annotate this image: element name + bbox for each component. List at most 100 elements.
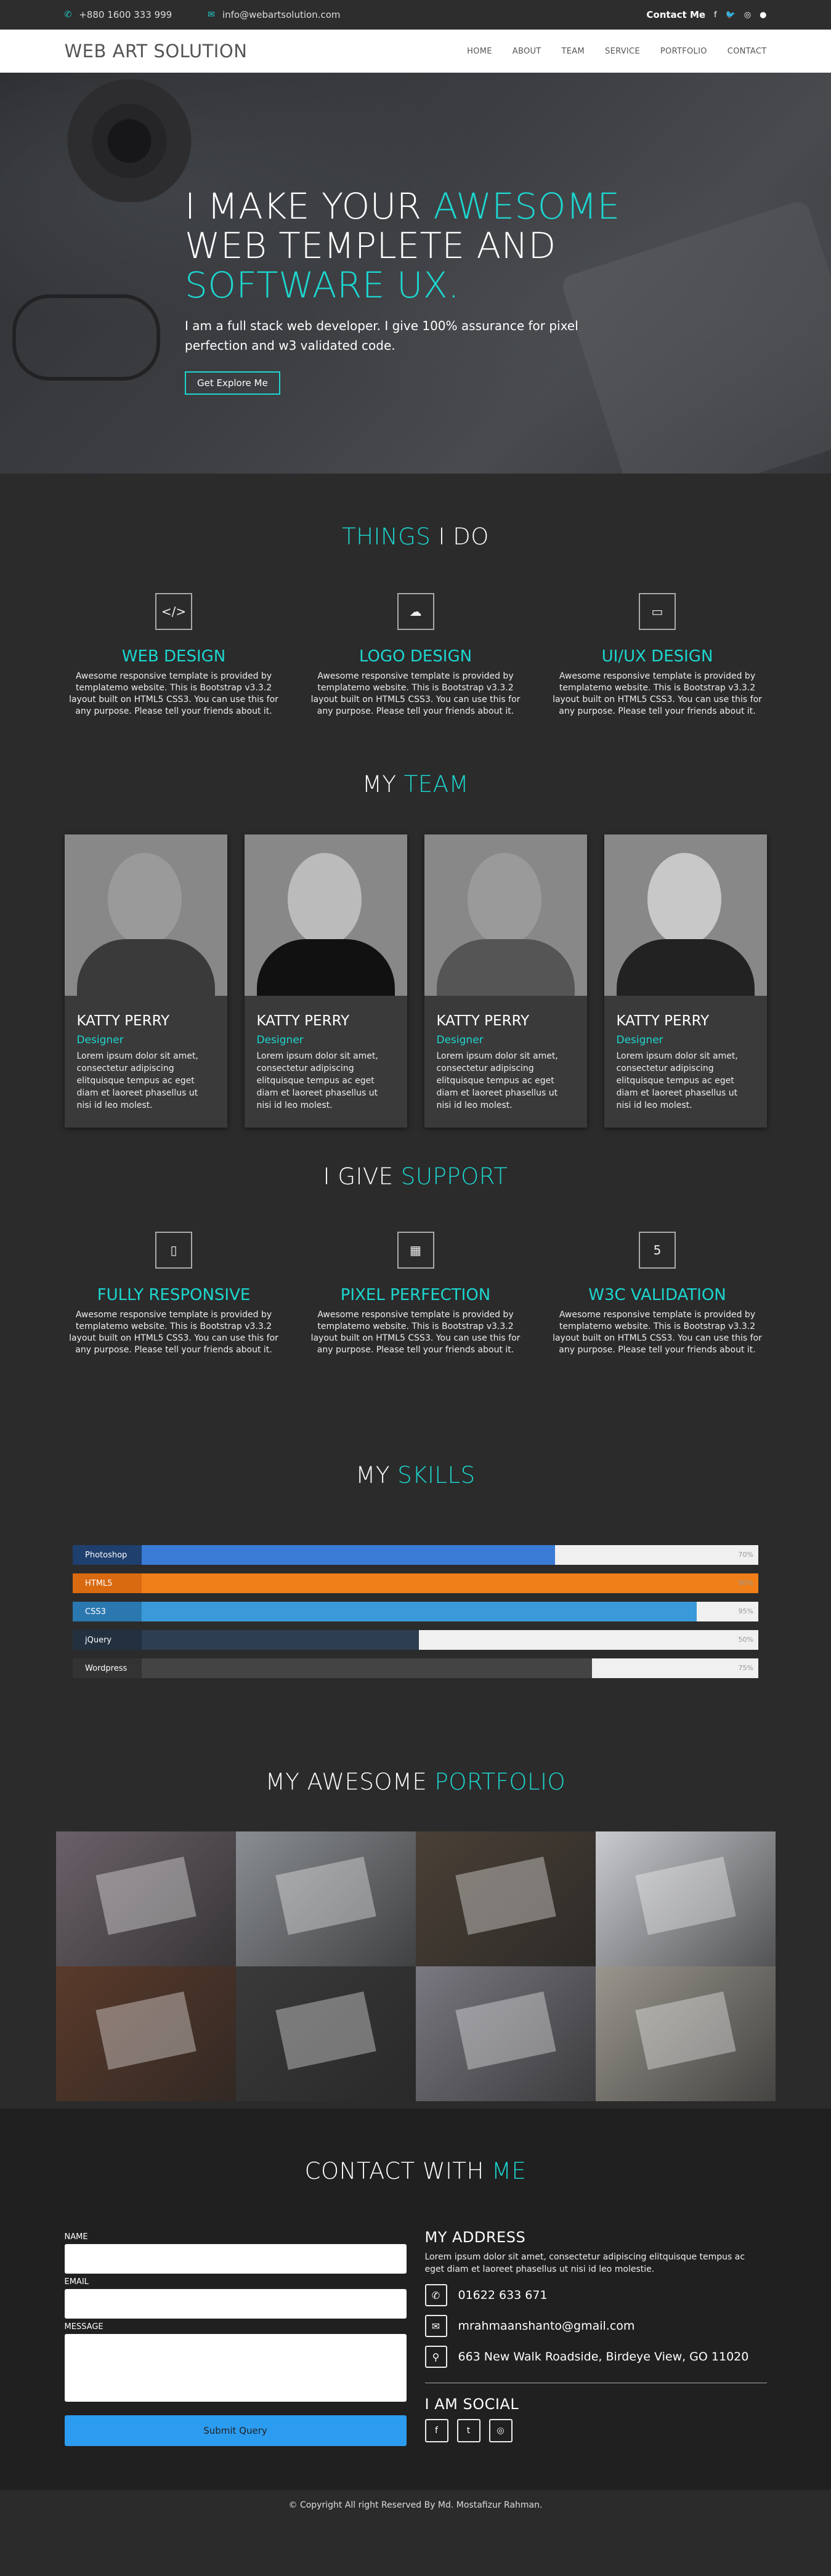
- team-card: KATTY PERRY Designer Lorem ipsum dolor s…: [424, 834, 587, 1128]
- portfolio-image: [275, 1856, 376, 1935]
- skill-bar: Photoshop 70%: [73, 1545, 758, 1565]
- nav-team[interactable]: TEAM: [562, 47, 585, 56]
- top-phone: ✆ +880 1600 333 999: [65, 9, 172, 20]
- phone-icon: ✆: [424, 2284, 447, 2306]
- skill-name: Photoshop: [73, 1545, 142, 1565]
- skill-track: 50%: [142, 1630, 758, 1650]
- submit-button[interactable]: Submit Query: [64, 2415, 407, 2446]
- skill-bar: CSS3 95%: [73, 1602, 758, 1621]
- contact-title-rest: CONTACT WITH: [304, 2158, 492, 2184]
- top-bar: ✆ +880 1600 333 999 ✉ info@webartsolutio…: [0, 0, 831, 30]
- member-name: KATTY PERRY: [256, 1013, 350, 1029]
- contact-section: CONTACT WITH ME NAME EMAIL MESSAGE Submi…: [0, 2109, 831, 2490]
- instagram-icon[interactable]: ◎: [488, 2419, 513, 2442]
- contact-location-text: 663 New Walk Roadside, Birdeye View, GO …: [458, 2350, 749, 2364]
- twitter-icon[interactable]: t: [456, 2419, 480, 2442]
- support-item-title: PIXEL PERFECTION: [340, 1286, 491, 1304]
- portfolio-image: [455, 1856, 556, 1935]
- twitter-icon[interactable]: 🐦: [726, 10, 736, 20]
- portfolio-section: MY AWESOME PORTFOLIO: [0, 1766, 831, 2109]
- portfolio-item[interactable]: [415, 1831, 596, 1966]
- portfolio-image: [275, 1991, 376, 2070]
- facebook-icon[interactable]: f: [714, 10, 717, 20]
- nav-home[interactable]: HOME: [467, 47, 492, 56]
- portfolio-item[interactable]: [235, 1831, 416, 1966]
- portfolio-item[interactable]: [55, 1831, 236, 1966]
- name-field[interactable]: [64, 2244, 407, 2274]
- portfolio-item[interactable]: [55, 1966, 236, 2101]
- support-w3c: 5 W3C VALIDATION Awesome responsive temp…: [548, 1232, 767, 1356]
- laptop-icon: ▭: [639, 593, 676, 630]
- support-section: I GIVE SUPPORT ▯ FULLY RESPONSIVE Awesom…: [0, 1163, 831, 1459]
- hero-line1-accent: AWESOME: [433, 185, 620, 227]
- contact-email: ✉ mrahmaanshanto@gmail.com: [424, 2315, 767, 2337]
- skills-title-accent: SKILLS: [397, 1462, 476, 1488]
- member-desc: Lorem ipsum dolor sit amet, consectetur …: [256, 1051, 378, 1110]
- portfolio-grid: [55, 1831, 776, 2101]
- service-title: UI/UX DESIGN: [601, 647, 713, 666]
- instagram-icon[interactable]: ◎: [744, 10, 751, 20]
- skill-name: CSS3: [73, 1602, 142, 1621]
- support-pixel: ▦ PIXEL PERFECTION Awesome responsive te…: [306, 1232, 525, 1356]
- portfolio-title-rest: MY AWESOME: [265, 1769, 435, 1795]
- team-card: KATTY PERRY Designer Lorem ipsum dolor s…: [604, 834, 767, 1128]
- portfolio-item[interactable]: [595, 1966, 776, 2101]
- portfolio-item[interactable]: [415, 1966, 596, 2101]
- phone-icon: ✆: [64, 10, 72, 20]
- message-field[interactable]: [64, 2334, 407, 2402]
- service-title: WEB DESIGN: [121, 647, 226, 666]
- member-desc: Lorem ipsum dolor sit amet, consectetur …: [616, 1051, 738, 1110]
- contact-email-text[interactable]: mrahmaanshanto@gmail.com: [458, 2319, 635, 2333]
- main-navbar: WEB ART SOLUTION HOME ABOUT TEAM SERVICE…: [0, 30, 831, 73]
- member-name: KATTY PERRY: [76, 1013, 170, 1029]
- team-title-accent: TEAM: [403, 771, 469, 797]
- skill-fill: [142, 1573, 758, 1593]
- apple-icon[interactable]: ●: [760, 10, 766, 20]
- skill-bar: HTML5 90%: [73, 1573, 758, 1593]
- cloud-icon: ☁: [397, 593, 434, 630]
- address-panel: MY ADDRESS Lorem ipsum dolor sit amet, c…: [424, 2229, 767, 2446]
- contact-location: ⚲ 663 New Walk Roadside, Birdeye View, G…: [424, 2346, 767, 2368]
- contact-phone: ✆ 01622 633 671: [424, 2284, 767, 2306]
- explore-button[interactable]: Get Explore Me: [185, 371, 280, 395]
- facebook-icon[interactable]: f: [424, 2419, 448, 2442]
- skills-section: MY SKILLS Photoshop 70% HTML5 90% CSS3 95% jQu…: [0, 1459, 831, 1766]
- support-item-text: Awesome responsive template is provided …: [69, 1310, 278, 1355]
- support-title-accent: SUPPORT: [400, 1163, 508, 1190]
- skills-title-rest: MY: [355, 1462, 398, 1488]
- nav-contact[interactable]: CONTACT: [728, 47, 767, 56]
- nav-service[interactable]: SERVICE: [605, 47, 640, 56]
- skill-percent: 70%: [738, 1551, 753, 1559]
- brand-logo[interactable]: WEB ART SOLUTION: [65, 41, 248, 62]
- top-email-text[interactable]: info@webartsolution.com: [222, 9, 341, 20]
- team-section: MY TEAM KATTY PERRY Designer Lorem ipsum…: [0, 746, 831, 1163]
- support-responsive: ▯ FULLY RESPONSIVE Awesome responsive te…: [65, 1232, 283, 1356]
- portfolio-image: [95, 1856, 197, 1935]
- nav-portfolio[interactable]: PORTFOLIO: [660, 47, 707, 56]
- team-card: KATTY PERRY Designer Lorem ipsum dolor s…: [244, 834, 407, 1128]
- message-label: MESSAGE: [64, 2322, 103, 2332]
- social-title: I AM SOCIAL: [424, 2396, 519, 2413]
- portfolio-item[interactable]: [595, 1831, 776, 1966]
- skill-bar: Wordpress 75%: [73, 1658, 758, 1678]
- hero-line3: SOFTWARE UX.: [185, 264, 460, 306]
- top-email[interactable]: ✉ info@webartsolution.com: [208, 9, 340, 20]
- skills-title: MY SKILLS: [0, 1462, 831, 1488]
- skill-fill: [142, 1658, 592, 1678]
- top-phone-text: +880 1600 333 999: [79, 9, 172, 20]
- html5-icon: 5: [639, 1232, 676, 1269]
- things-title-rest: I DO: [431, 523, 489, 550]
- member-desc: Lorem ipsum dolor sit amet, consectetur …: [436, 1051, 558, 1110]
- contact-phone-text: 01622 633 671: [458, 2288, 548, 2302]
- team-photo: [64, 834, 227, 996]
- copyright-text: © Copyright All right Reserved By Md. Mo…: [288, 2500, 543, 2510]
- team-photo: [604, 834, 767, 996]
- portfolio-image: [634, 1991, 736, 2070]
- service-title: LOGO DESIGN: [359, 647, 472, 666]
- portfolio-item[interactable]: [235, 1966, 416, 2101]
- footer: © Copyright All right Reserved By Md. Mo…: [0, 2490, 831, 2520]
- nav-about[interactable]: ABOUT: [513, 47, 541, 56]
- support-title-rest: I GIVE: [323, 1163, 401, 1190]
- email-field[interactable]: [64, 2289, 407, 2319]
- service-text: Awesome responsive template is provided …: [310, 671, 521, 716]
